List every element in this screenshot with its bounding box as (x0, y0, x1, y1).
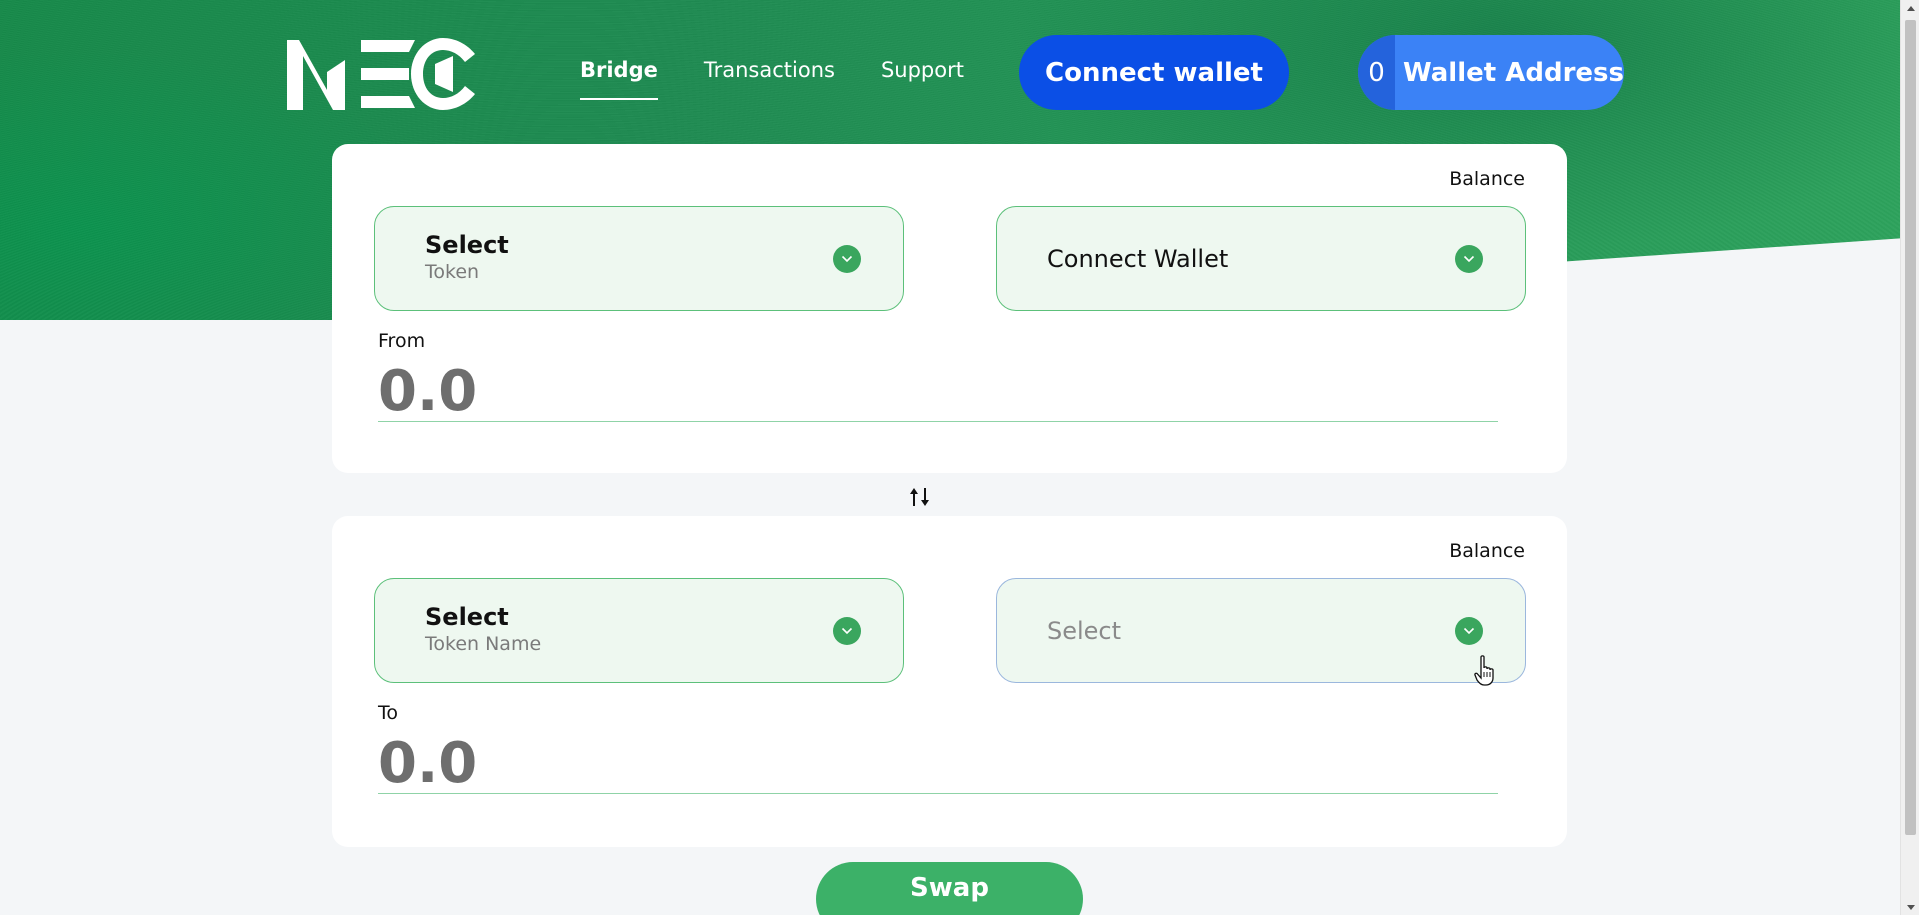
scrollbar-thumb[interactable] (1905, 20, 1916, 835)
to-network-select[interactable]: Select (996, 578, 1526, 683)
wallet-address-label: Wallet Address (1403, 57, 1624, 88)
to-network-select-placeholder: Select (1047, 617, 1122, 645)
from-wallet-select[interactable]: Connect Wallet (996, 206, 1526, 311)
hand-pointer-icon (1474, 655, 1494, 686)
scroll-down-arrow-icon[interactable] (1901, 899, 1919, 915)
to-token-select-subtitle: Token Name (425, 633, 542, 655)
nav-support[interactable]: Support (881, 58, 964, 100)
vertical-scrollbar[interactable] (1900, 0, 1919, 915)
nav-bridge[interactable]: Bridge (580, 58, 658, 100)
to-direction-label: To (378, 702, 399, 724)
swap-arrows-icon[interactable] (909, 487, 931, 507)
to-card: Balance Select Token Name Select To (332, 516, 1567, 847)
from-balance-label: Balance (1449, 168, 1525, 190)
chevron-down-icon (833, 245, 861, 273)
from-amount-input[interactable] (378, 362, 1498, 422)
from-card: Balance Select Token Connect Wallet From (332, 144, 1567, 473)
from-wallet-select-label: Connect Wallet (1047, 245, 1229, 273)
main-nav: Bridge Transactions Support (580, 58, 964, 100)
nav-transactions[interactable]: Transactions (704, 58, 835, 100)
swap-button[interactable]: Swap (816, 862, 1083, 915)
scroll-up-arrow-icon[interactable] (1901, 0, 1919, 16)
from-direction-label: From (378, 330, 426, 352)
chevron-down-icon (1455, 245, 1483, 273)
chevron-down-icon (833, 617, 861, 645)
nec-logo[interactable] (285, 38, 477, 110)
from-token-select[interactable]: Select Token (374, 206, 904, 311)
chevron-down-icon (1455, 617, 1483, 645)
from-token-select-title: Select (425, 231, 509, 259)
from-token-select-subtitle: Token (425, 261, 480, 283)
to-balance-label: Balance (1449, 540, 1525, 562)
to-token-select-title: Select (425, 603, 509, 631)
to-token-select[interactable]: Select Token Name (374, 578, 904, 683)
wallet-address-pill[interactable]: 0 Wallet Address (1358, 35, 1624, 110)
to-amount-input[interactable] (378, 734, 1498, 794)
connect-wallet-button[interactable]: Connect wallet (1019, 35, 1289, 110)
